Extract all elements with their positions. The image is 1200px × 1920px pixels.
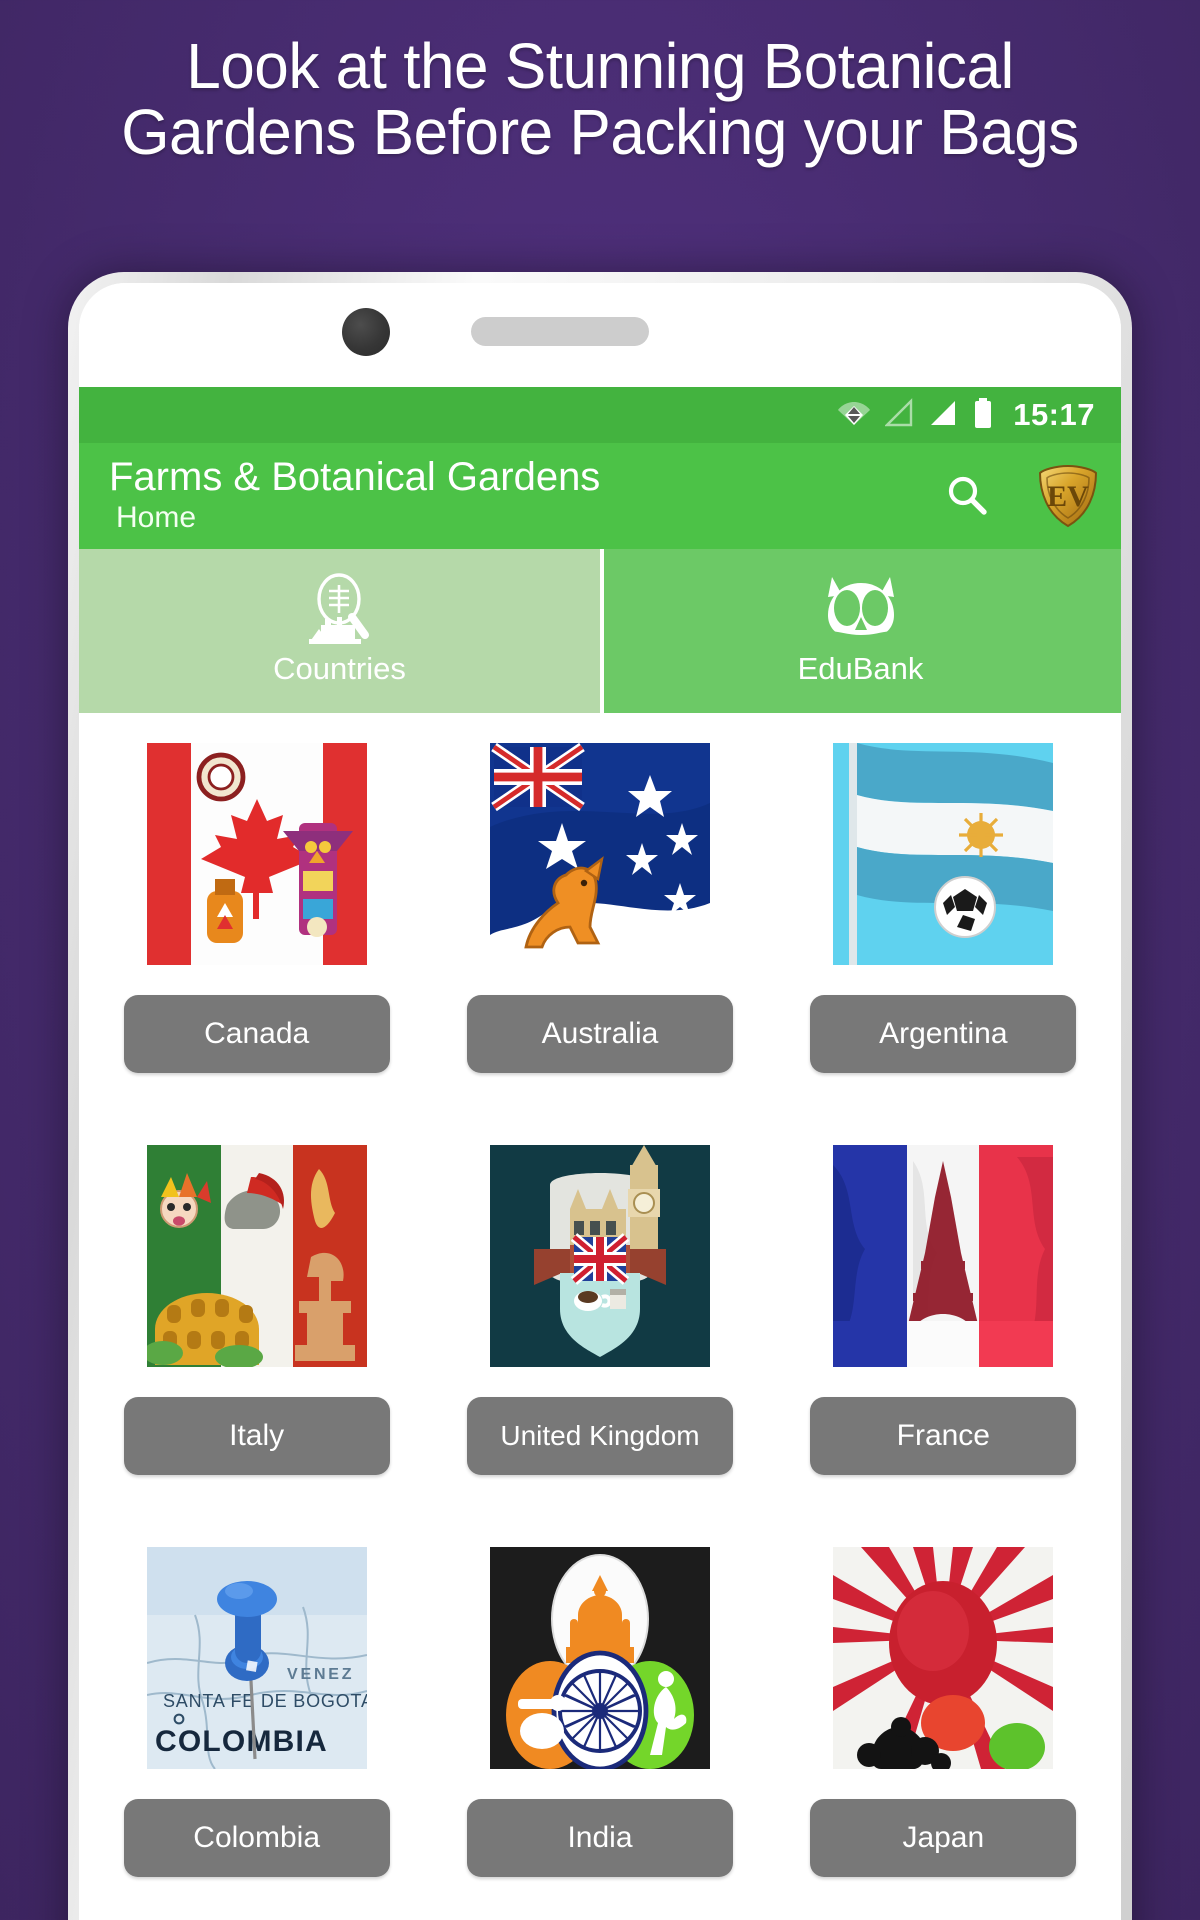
thumbnail-wrap xyxy=(146,743,367,965)
canada-flag-thumbnail xyxy=(146,743,367,965)
countries-magnifier-icon xyxy=(295,572,385,649)
thumbnail-wrap xyxy=(489,1145,710,1367)
battery-full-icon xyxy=(973,397,993,434)
thumbnail-wrap xyxy=(833,1547,1054,1769)
row-spacer xyxy=(85,1475,1115,1535)
country-card-argentina[interactable]: Argentina xyxy=(772,731,1115,1073)
india-flag-thumbnail xyxy=(489,1547,710,1769)
thumbnail-wrap xyxy=(146,1145,367,1367)
country-card-india[interactable]: India xyxy=(428,1535,771,1877)
status-bar-clock: 15:17 xyxy=(1013,397,1095,432)
svg-text:EV: EV xyxy=(1047,480,1089,513)
tab-edubank[interactable]: EduBank xyxy=(600,549,1121,713)
united-kingdom-flag-thumbnail xyxy=(489,1145,710,1367)
italy-flag-thumbnail xyxy=(146,1145,367,1367)
tab-edubank-label: EduBank xyxy=(797,650,924,686)
phone-mockup: 15:17 Farms & Botanical Gardens Home EV … xyxy=(68,272,1132,1920)
japan-flag-thumbnail xyxy=(833,1547,1054,1769)
country-label: Argentina xyxy=(810,995,1077,1073)
country-label: Australia xyxy=(466,995,733,1073)
signal-triangle-empty-icon xyxy=(884,397,915,433)
country-label: India xyxy=(466,1799,733,1877)
promo-headline: Look at the Stunning Botanical Gardens B… xyxy=(121,30,1079,168)
thumbnail-wrap xyxy=(833,743,1054,965)
thumbnail-wrap xyxy=(489,1547,710,1769)
row-spacer xyxy=(85,1073,1115,1133)
tab-countries-label: Countries xyxy=(273,650,406,686)
country-label: France xyxy=(810,1397,1077,1475)
grid-row: Italy United Kingdom France xyxy=(85,1133,1115,1475)
svg-text:COLOMBIA: COLOMBIA xyxy=(155,1725,328,1758)
search-icon[interactable] xyxy=(939,468,995,524)
australia-flag-thumbnail xyxy=(489,743,710,965)
front-camera-icon xyxy=(342,308,390,356)
app-bar-titles: Farms & Botanical Gardens Home xyxy=(109,456,939,535)
thumbnail-wrap xyxy=(489,743,710,965)
colombia-map-thumbnail: SANTA FE DE BOGOTA COLOMBIA VENEZ xyxy=(146,1547,367,1769)
grid-row: SANTA FE DE BOGOTA COLOMBIA VENEZ Colomb… xyxy=(85,1535,1115,1877)
country-card-united-kingdom[interactable]: United Kingdom xyxy=(428,1133,771,1475)
wifi-icon xyxy=(837,398,871,433)
country-card-canada[interactable]: Canada xyxy=(85,731,428,1073)
country-card-france[interactable]: France xyxy=(772,1133,1115,1475)
country-card-australia[interactable]: Australia xyxy=(428,731,771,1073)
app-bar-actions: EV xyxy=(939,464,1099,528)
thumbnail-wrap: SANTA FE DE BOGOTA COLOMBIA VENEZ xyxy=(146,1547,367,1769)
ev-shield-logo[interactable]: EV xyxy=(1037,464,1099,528)
country-card-italy[interactable]: Italy xyxy=(85,1133,428,1475)
thumbnail-wrap xyxy=(833,1145,1054,1367)
owl-icon xyxy=(816,573,906,649)
tab-bar: Countries EduBank xyxy=(79,549,1121,713)
earpiece-speaker-icon xyxy=(471,317,649,346)
status-bar: 15:17 xyxy=(79,387,1121,443)
app-bar: Farms & Botanical Gardens Home EV xyxy=(79,443,1121,549)
country-grid: Canada Australia Argentina Italy United … xyxy=(79,713,1121,1920)
grid-row: Canada Australia Argentina xyxy=(85,731,1115,1073)
country-label: Canada xyxy=(123,995,390,1073)
argentina-flag-thumbnail xyxy=(833,743,1054,965)
phone-bezel-top xyxy=(79,283,1121,387)
country-label: Italy xyxy=(123,1397,390,1475)
country-card-colombia[interactable]: SANTA FE DE BOGOTA COLOMBIA VENEZ Colomb… xyxy=(85,1535,428,1877)
page-subtitle: Home xyxy=(116,500,197,534)
country-label: Colombia xyxy=(123,1799,390,1877)
svg-text:SANTA FE DE BOGOTA: SANTA FE DE BOGOTA xyxy=(163,1691,367,1711)
country-card-japan[interactable]: Japan xyxy=(772,1535,1115,1877)
tab-countries[interactable]: Countries xyxy=(79,549,600,713)
france-flag-thumbnail xyxy=(833,1145,1054,1367)
country-label: United Kingdom xyxy=(466,1397,733,1475)
country-label: Japan xyxy=(810,1799,1077,1877)
phone-screen: 15:17 Farms & Botanical Gardens Home EV … xyxy=(79,283,1121,1920)
signal-triangle-filled-icon xyxy=(929,398,959,433)
svg-text:VENEZ: VENEZ xyxy=(287,1666,354,1683)
page-title: Farms & Botanical Gardens xyxy=(109,455,601,500)
